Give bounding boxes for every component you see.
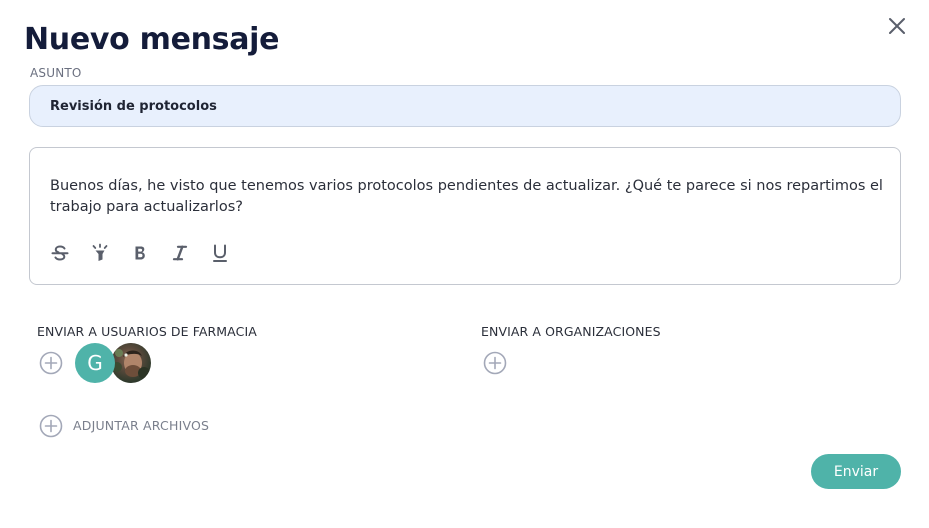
orgs-section-label: ENVIAR A ORGANIZACIONES [481, 324, 661, 339]
add-circle-icon [483, 351, 507, 375]
add-user-button[interactable] [39, 351, 63, 375]
close-icon [889, 18, 905, 34]
strikethrough-icon [51, 245, 69, 261]
users-section-label: ENVIAR A USUARIOS DE FARMACIA [37, 324, 257, 339]
add-circle-icon [39, 351, 63, 375]
dialog-title: Nuevo mensaje [24, 22, 280, 57]
avatar[interactable] [111, 343, 151, 383]
add-circle-icon [39, 414, 63, 438]
highlight-button[interactable] [90, 242, 130, 264]
attach-files-button[interactable] [39, 414, 63, 438]
highlight-icon [92, 243, 108, 261]
underline-button[interactable] [210, 242, 250, 264]
italic-button[interactable] [170, 242, 210, 264]
attach-files-label[interactable]: ADJUNTAR ARCHIVOS [73, 418, 209, 433]
italic-icon [172, 245, 188, 261]
underline-icon [213, 244, 227, 262]
bold-icon [135, 246, 145, 260]
message-editor[interactable]: Buenos días, he visto que tenemos varios… [29, 147, 901, 285]
send-button[interactable]: Enviar [811, 454, 901, 489]
close-button[interactable] [884, 13, 910, 39]
user-photo-icon [112, 349, 150, 379]
subject-input[interactable] [29, 85, 901, 127]
format-toolbar [50, 242, 250, 264]
bold-button[interactable] [130, 242, 170, 264]
strikethrough-button[interactable] [50, 242, 90, 264]
add-organization-button[interactable] [483, 351, 507, 375]
message-text[interactable]: Buenos días, he visto que tenemos varios… [50, 176, 890, 218]
avatar[interactable]: G [75, 343, 115, 383]
subject-label: ASUNTO [30, 66, 82, 80]
